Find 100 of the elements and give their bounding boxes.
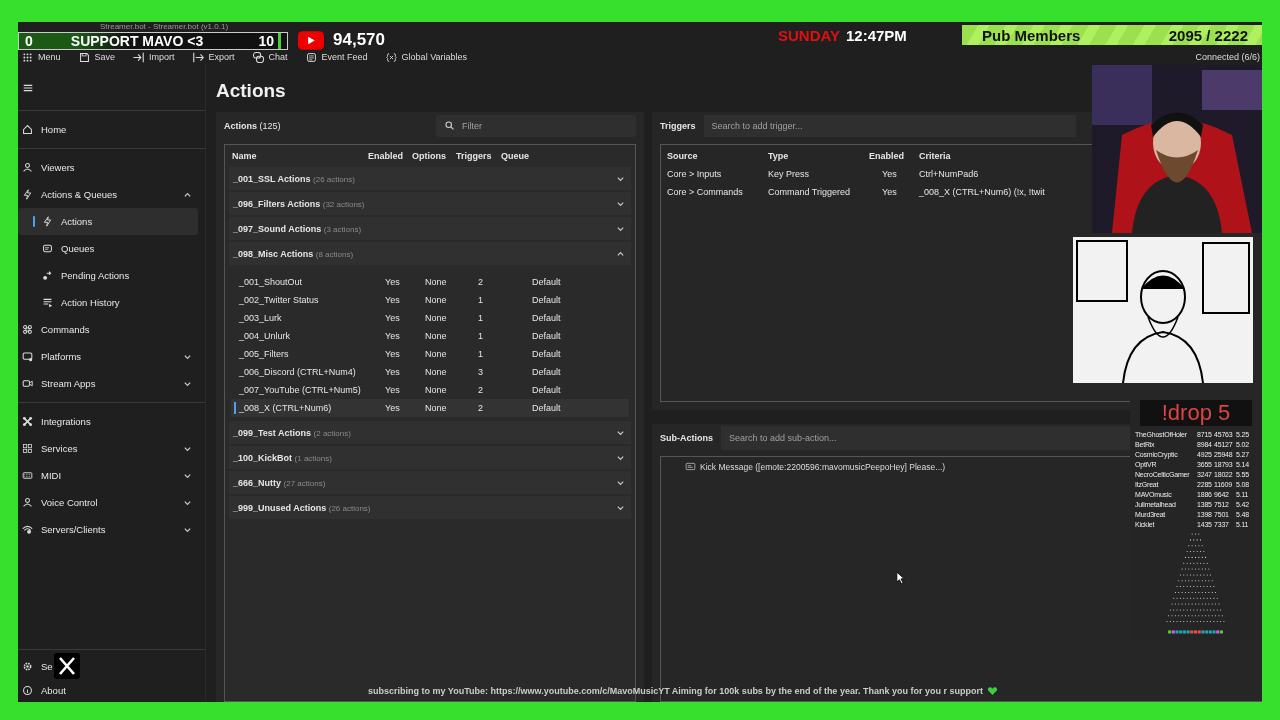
column-header: Queue [501, 151, 530, 161]
action-row[interactable]: _002_Twitter Status Yes None 1 Default [231, 291, 629, 309]
group-header[interactable]: _097_Sound Actions (3 actions) [229, 217, 631, 240]
group-header[interactable]: _098_Misc Actions (8 actions) [229, 242, 631, 265]
chevron-icon[interactable] [183, 379, 192, 388]
toolbar-button[interactable]: Save [76, 51, 118, 63]
cursor-icon [896, 571, 906, 585]
heart-icon [986, 686, 998, 696]
action-row[interactable]: _001_ShoutOut Yes None 2 Default [231, 273, 629, 291]
action-row[interactable]: _003_Lurk Yes None 1 Default [231, 309, 629, 327]
import-icon [133, 51, 145, 63]
table-cell-text: 2 [478, 385, 484, 395]
chevron-icon[interactable] [616, 224, 625, 233]
table-cell-text: Default [532, 385, 562, 395]
sidebar-item[interactable]: MIDI [18, 462, 198, 489]
sidebar-item[interactable]: Actions & Queues [18, 181, 198, 208]
chevron-icon[interactable] [616, 503, 625, 512]
sidebar-item[interactable]: Platforms [18, 343, 198, 370]
chevron-icon[interactable] [616, 249, 625, 258]
chevron-icon[interactable] [616, 478, 625, 487]
toolbar-button[interactable]: Chat [250, 51, 290, 63]
list-icon [305, 51, 317, 63]
table-cell-text: Yes [385, 403, 401, 413]
menu-icon[interactable] [22, 82, 34, 94]
filter-field[interactable]: Filter [436, 115, 636, 137]
group-header[interactable]: _099_Test Actions (2 actions) [229, 421, 631, 444]
chevron-icon[interactable] [183, 190, 192, 199]
group-name: _099_Test Actions (2 actions) [233, 427, 352, 438]
sidebar-item[interactable]: Viewers [18, 154, 198, 181]
table-cell-text: Yes [385, 349, 401, 359]
group-header[interactable]: _666_Nutty (27 actions) [229, 471, 631, 494]
table-cell-text: _006_Discord (CTRL+Num4) [239, 367, 357, 377]
chevron-icon[interactable] [183, 498, 192, 507]
sidebar-item[interactable]: Servers/Clients [18, 516, 198, 543]
sidebar-item[interactable]: Home [18, 116, 198, 143]
table-cell-text: 2 [478, 277, 484, 287]
sub-action-item[interactable]: Kick Message ([emote:2200596:mavomusicPeepoHey] Please...) [685, 461, 946, 472]
page-title: Actions [216, 80, 287, 102]
chevron-icon[interactable] [183, 471, 192, 480]
table-cell-text: 1 [478, 313, 484, 323]
settings-icon [22, 660, 33, 672]
action-row[interactable]: _008_X (CTRL+Num6) Yes None 2 Default [231, 399, 629, 417]
chat-icon [252, 51, 264, 63]
chevron-icon[interactable] [183, 525, 192, 534]
toolbar-button[interactable]: Export [190, 51, 237, 63]
sidebar-item[interactable]: Commands [18, 316, 198, 343]
chevron-icon[interactable] [183, 444, 192, 453]
table-cell-text: 1 [478, 295, 484, 305]
action-row[interactable]: _004_Unlurk Yes None 1 Default [231, 327, 629, 345]
column-header: Criteria [919, 151, 952, 161]
toolbar-button[interactable]: Global Variables [383, 51, 469, 63]
sidebar-item[interactable]: Queues [18, 235, 198, 262]
sidebar-item[interactable]: Actions [18, 208, 198, 235]
chevron-icon[interactable] [616, 428, 625, 437]
sidebar-item[interactable]: Stream Apps [18, 370, 198, 397]
chevron-icon[interactable] [616, 453, 625, 462]
group-header[interactable]: _096_Filters Actions (32 actions) [229, 192, 631, 215]
group-name: _096_Filters Actions (32 actions) [233, 198, 366, 209]
action-row[interactable]: _007_YouTube (CTRL+Num5) Yes None 2 Default [231, 381, 629, 399]
chevron-icon[interactable] [616, 199, 625, 208]
sidebar-item[interactable]: About [18, 678, 198, 702]
search-icon [444, 120, 455, 131]
panel-title: Actions (125) [224, 121, 281, 131]
sidebar-item[interactable]: Pending Actions [18, 262, 198, 289]
group-header[interactable]: _100_KickBot (1 actions) [229, 446, 631, 469]
table-cell-text: Default [532, 277, 562, 287]
sidebar-item[interactable]: Voice Control [18, 489, 198, 516]
sidebar-item[interactable]: Services [18, 435, 198, 462]
table-cell-text: None [425, 313, 448, 323]
action-row[interactable]: _005_Filters Yes None 1 Default [231, 345, 629, 363]
table-cell-text: 1 [478, 331, 484, 341]
table-cell-text: _008_X (CTRL+Num6) (!x, !twit [919, 187, 1046, 197]
sidebar-item[interactable]: Action History [18, 289, 198, 316]
toolbar-button[interactable]: Menu [20, 51, 63, 63]
group-header[interactable]: _001_SSL Actions (26 actions) [229, 167, 631, 190]
sidebar-item[interactable]: Integrations [18, 408, 198, 435]
search-field[interactable]: Search to add trigger... [703, 115, 1076, 137]
table-cell-text: None [425, 295, 448, 305]
column-header: Name [232, 151, 258, 161]
table-cell-text: None [425, 277, 448, 287]
bolt-icon [42, 216, 53, 227]
sidebar-item[interactable]: Se [18, 654, 198, 678]
chevron-icon[interactable] [616, 174, 625, 183]
action-row[interactable]: _006_Discord (CTRL+Num4) Yes None 3 Default [231, 363, 629, 381]
signal-icon [22, 524, 33, 535]
save-icon [78, 51, 90, 63]
group-name: _098_Misc Actions (8 actions) [233, 248, 355, 259]
table-cell-text: Yes [385, 313, 401, 323]
table-cell-text: Ctrl+NumPad6 [919, 169, 980, 179]
column-header: Options [412, 151, 447, 161]
table-cell-text: 1 [478, 349, 484, 359]
export-icon [192, 51, 204, 63]
toolbar-button[interactable]: Event Feed [303, 51, 370, 63]
chevron-icon[interactable] [183, 352, 192, 361]
toolbar-button[interactable]: Import [131, 51, 177, 63]
group-header[interactable]: _999_Unused Actions (26 actions) [229, 496, 631, 519]
search-field[interactable]: Search to add sub-action... [721, 426, 1131, 450]
subscriber-count: 94,570 [333, 30, 385, 50]
keyboard-icon [22, 470, 33, 481]
table-cell-text: _003_Lurk [239, 313, 283, 323]
